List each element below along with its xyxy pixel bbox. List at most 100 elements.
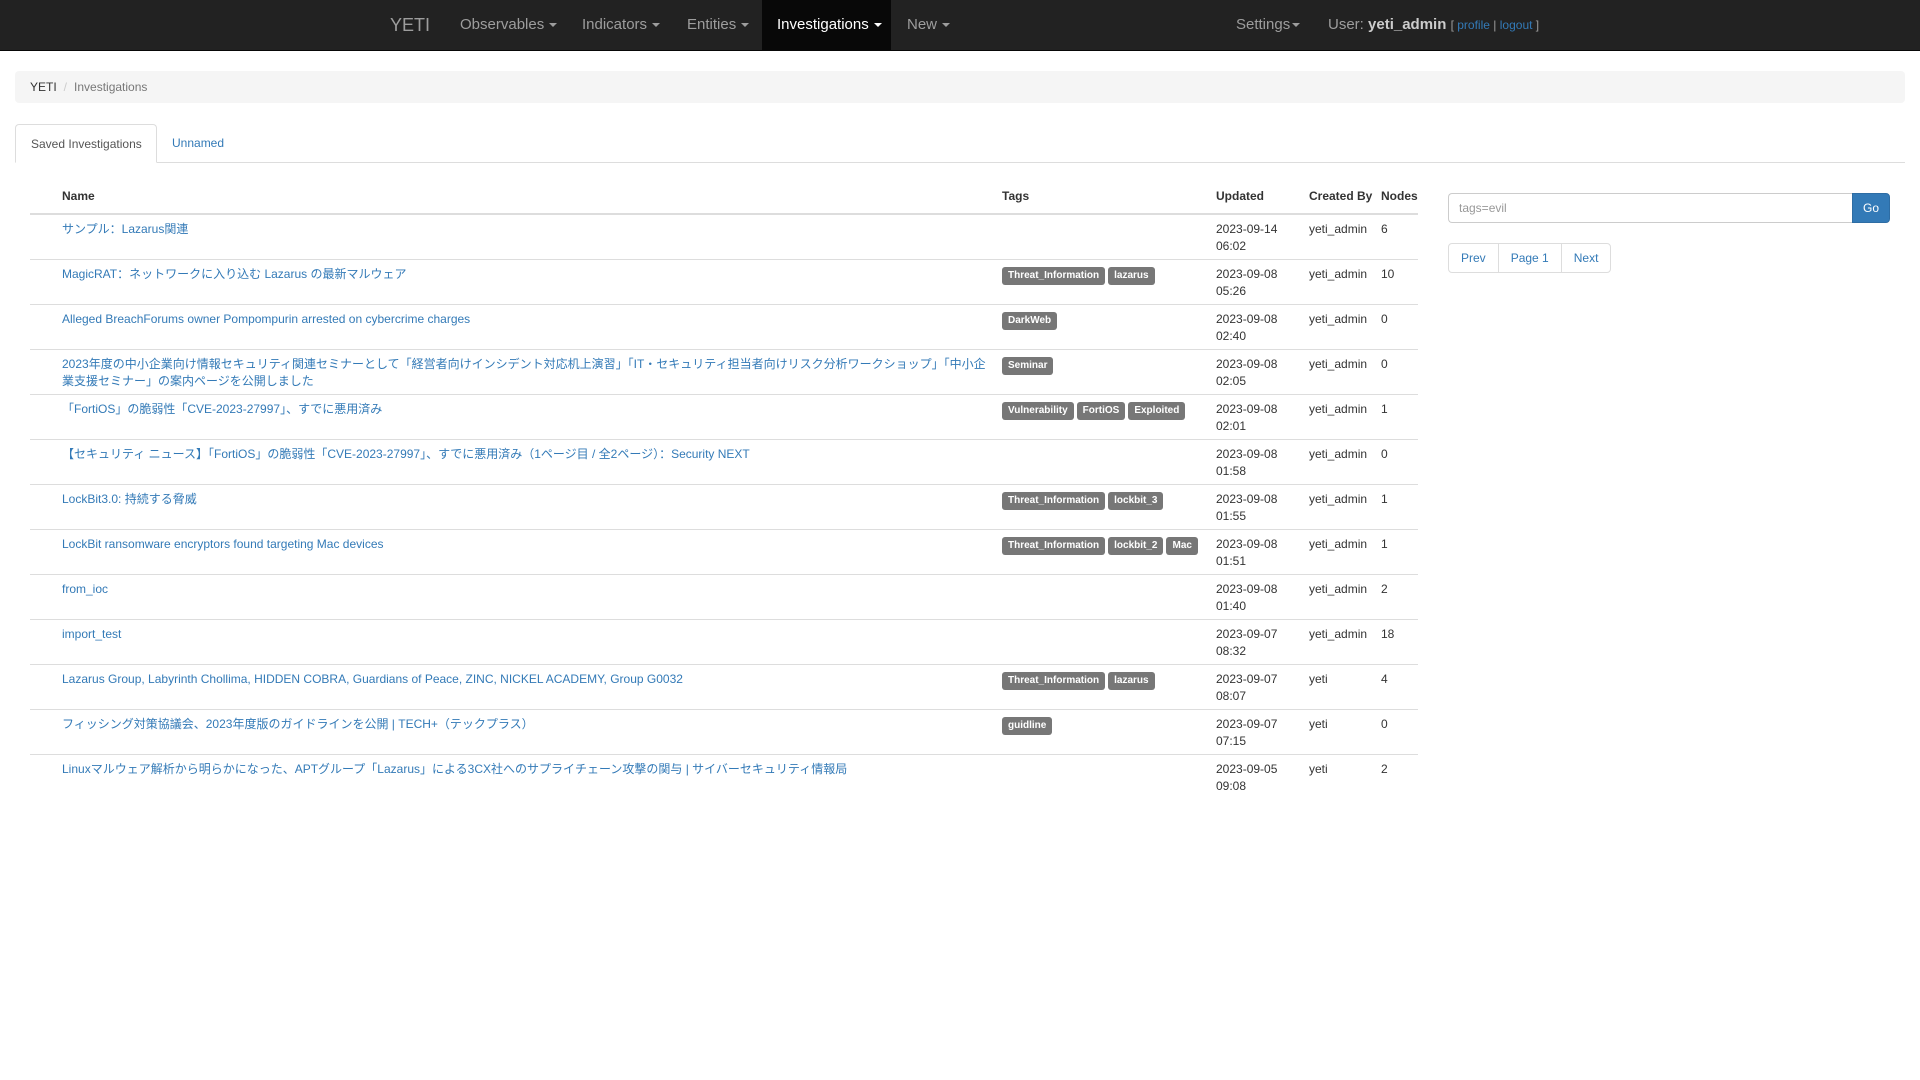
- tag-badge[interactable]: guidline: [1002, 717, 1053, 735]
- updated-date: 2023-09-08: [1216, 402, 1278, 416]
- investigation-link[interactable]: from_ioc: [62, 582, 108, 596]
- caret-down-icon: [549, 23, 558, 28]
- table-row: 2023年度の中小企業向け情報セキュリティ関連セミナーとして「経営者向けインシデ…: [30, 349, 1418, 395]
- cell-name: Linuxマルウェア解析から明らかになった、APTグループ「Lazarus」によ…: [58, 754, 998, 800]
- nav-new-dropdown[interactable]: New: [892, 0, 965, 50]
- updated-time: 01:40: [1216, 599, 1247, 613]
- col-header-updated: Updated: [1212, 180, 1305, 215]
- investigation-link[interactable]: LockBit ransomware encryptors found targ…: [62, 537, 384, 551]
- cell-updated: 2023-09-08 02:01: [1212, 394, 1305, 440]
- cell-updated: 2023-09-07 08:07: [1212, 664, 1305, 710]
- nav-indicators-label: Indicators: [582, 16, 648, 33]
- cell-created-by: yeti: [1305, 664, 1377, 710]
- updated-time: 02:01: [1216, 419, 1247, 433]
- brand-logo-link[interactable]: YETI: [390, 0, 430, 50]
- tag-badge[interactable]: Threat_Information: [1002, 537, 1106, 555]
- investigation-link[interactable]: LockBit3.0: 持続する脅威: [62, 492, 197, 506]
- cell-created-by: yeti_admin: [1305, 394, 1377, 440]
- investigation-tabs: Saved Investigations Unnamed: [15, 124, 1905, 163]
- pagination: Prev Page 1 Next: [1448, 243, 1612, 273]
- tag-badge[interactable]: DarkWeb: [1002, 312, 1058, 330]
- tag-badge[interactable]: lazarus: [1108, 267, 1155, 285]
- bracket-close: ]: [1535, 18, 1540, 32]
- table-row: フィッシング対策協議会、2023年度版のガイドラインを公開 | TECH+（テッ…: [30, 709, 1418, 755]
- cell-updated: 2023-09-08 01:58: [1212, 439, 1305, 485]
- investigations-table: Name Tags Updated Created By Nodes サンプル：…: [30, 180, 1418, 800]
- cell-nodes: 0: [1377, 349, 1418, 395]
- row-spacer: [30, 304, 58, 350]
- cell-tags: [998, 574, 1212, 620]
- investigation-link[interactable]: import_test: [62, 627, 121, 641]
- tag-badge[interactable]: Vulnerability: [1002, 402, 1074, 420]
- cell-name: 「FortiOS」の脆弱性「CVE-2023-27997」、すでに悪用済み: [58, 394, 998, 440]
- logout-link[interactable]: logout: [1500, 18, 1533, 32]
- cell-name: Alleged BreachForums owner Pompompurin a…: [58, 304, 998, 350]
- cell-created-by: yeti: [1305, 754, 1377, 800]
- current-page-button[interactable]: Page 1: [1497, 243, 1562, 273]
- investigation-link[interactable]: Lazarus Group, Labyrinth Chollima, HIDDE…: [62, 672, 683, 686]
- caret-down-icon: [942, 23, 951, 28]
- investigations-table-container: Name Tags Updated Created By Nodes サンプル：…: [30, 180, 1418, 800]
- updated-time: 02:40: [1216, 329, 1247, 343]
- tag-badge[interactable]: Exploited: [1128, 402, 1186, 420]
- nav-settings-dropdown[interactable]: Settings: [1221, 0, 1315, 50]
- cell-tags: [998, 619, 1212, 665]
- row-spacer: [30, 484, 58, 530]
- row-spacer: [30, 529, 58, 575]
- cell-created-by: yeti_admin: [1305, 619, 1377, 665]
- cell-tags: [998, 754, 1212, 800]
- investigation-link[interactable]: 「FortiOS」の脆弱性「CVE-2023-27997」、すでに悪用済み: [62, 402, 382, 416]
- cell-tags: Vulnerability FortiOS Exploited: [998, 394, 1212, 440]
- tag-badge[interactable]: lockbit_2: [1108, 537, 1164, 555]
- breadcrumb: YETI / Investigations: [15, 71, 1905, 103]
- cell-tags: Seminar: [998, 349, 1212, 395]
- updated-date: 2023-09-08: [1216, 537, 1278, 551]
- updated-date: 2023-09-08: [1216, 312, 1278, 326]
- investigation-link[interactable]: Alleged BreachForums owner Pompompurin a…: [62, 312, 470, 326]
- nav-observables-dropdown[interactable]: Observables: [445, 0, 572, 50]
- updated-time: 06:02: [1216, 239, 1247, 253]
- cell-updated: 2023-09-05 09:08: [1212, 754, 1305, 800]
- tab-unnamed[interactable]: Unnamed: [157, 124, 239, 162]
- tag-badge[interactable]: lockbit_3: [1108, 492, 1164, 510]
- investigation-link[interactable]: MagicRAT：ネットワークに入り込む Lazarus の最新マルウェア: [62, 267, 406, 281]
- table-row: LockBit3.0: 持続する脅威 Threat_Information lock…: [30, 484, 1418, 530]
- updated-date: 2023-09-07: [1216, 717, 1278, 731]
- col-header-name: Name: [58, 180, 998, 215]
- cell-nodes: 10: [1377, 259, 1418, 305]
- tab-saved-investigations[interactable]: Saved Investigations: [15, 124, 157, 163]
- breadcrumb-home-link[interactable]: YETI: [30, 80, 57, 94]
- tag-badge[interactable]: Threat_Information: [1002, 672, 1106, 690]
- cell-updated: 2023-09-07 08:32: [1212, 619, 1305, 665]
- tag-badge[interactable]: Mac: [1166, 537, 1198, 555]
- updated-date: 2023-09-08: [1216, 582, 1278, 596]
- cell-updated: 2023-09-08 01:51: [1212, 529, 1305, 575]
- table-row: from_ioc 2023-09-08 01:40 yeti_admin 2: [30, 574, 1418, 620]
- table-body: サンプル：Lazarus関連 2023-09-14 06:02 yeti_admin 6…: [30, 214, 1418, 800]
- cell-name: LockBit ransomware encryptors found targ…: [58, 529, 998, 575]
- investigation-link[interactable]: フィッシング対策協議会、2023年度版のガイドラインを公開 | TECH+（テッ…: [62, 717, 534, 731]
- nav-investigations-dropdown[interactable]: Investigations: [762, 0, 891, 50]
- updated-date: 2023-09-08: [1216, 492, 1278, 506]
- updated-time: 09:08: [1216, 779, 1247, 793]
- tag-badge[interactable]: Seminar: [1002, 357, 1054, 375]
- tag-badge[interactable]: lazarus: [1108, 672, 1155, 690]
- search-input[interactable]: [1448, 193, 1852, 223]
- tag-badge[interactable]: FortiOS: [1076, 402, 1126, 420]
- tag-badge[interactable]: Threat_Information: [1002, 267, 1106, 285]
- investigation-link[interactable]: 2023年度の中小企業向け情報セキュリティ関連セミナーとして「経営者向けインシデ…: [62, 357, 986, 388]
- cell-name: 2023年度の中小企業向け情報セキュリティ関連セミナーとして「経営者向けインシデ…: [58, 349, 998, 395]
- nav-indicators-dropdown[interactable]: Indicators: [567, 0, 675, 50]
- profile-link[interactable]: profile: [1457, 18, 1490, 32]
- go-button[interactable]: Go: [1852, 193, 1890, 223]
- nav-entities-dropdown[interactable]: Entities: [672, 0, 764, 50]
- tag-badge[interactable]: Threat_Information: [1002, 492, 1106, 510]
- investigation-link[interactable]: Linuxマルウェア解析から明らかになった、APTグループ「Lazarus」によ…: [62, 762, 847, 776]
- investigation-link[interactable]: 【セキュリティ ニュース】「FortiOS」の脆弱性「CVE-2023-2799…: [62, 447, 750, 461]
- cell-updated: 2023-09-08 02:05: [1212, 349, 1305, 395]
- next-page-button[interactable]: Next: [1560, 243, 1612, 273]
- cell-updated: 2023-09-08 01:40: [1212, 574, 1305, 620]
- row-spacer: [30, 214, 58, 260]
- prev-page-button[interactable]: Prev: [1448, 243, 1499, 273]
- investigation-link[interactable]: サンプル：Lazarus関連: [62, 222, 188, 236]
